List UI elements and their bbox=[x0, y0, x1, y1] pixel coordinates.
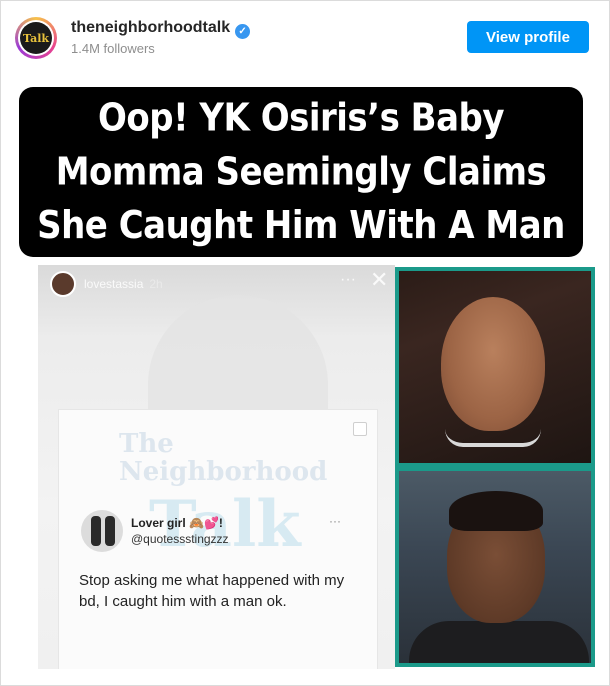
follower-count: 1.4M followers bbox=[71, 41, 155, 56]
instagram-embed: Talk theneighborhoodtalk ✓ 1.4M followers… bbox=[0, 0, 610, 686]
close-icon: ✕ bbox=[370, 267, 389, 292]
more-dots-icon: ··· bbox=[340, 271, 356, 288]
headline-banner: Oop! YK Osiris’s Baby Momma Seemingly Cl… bbox=[19, 87, 583, 257]
headline-text: Oop! YK Osiris’s Baby Momma Seemingly Cl… bbox=[37, 95, 565, 249]
story-time: 2h bbox=[149, 277, 163, 291]
tweet-display-name: Lover girl 🙈💕! bbox=[131, 516, 223, 530]
watermark-line-2: Neighborhood bbox=[119, 457, 328, 487]
username[interactable]: theneighborhoodtalk ✓ bbox=[71, 19, 251, 39]
tweet-text: Stop asking me what happened with my bd,… bbox=[79, 572, 345, 610]
tweet-card: The Neighborhood Talk Lover girl 🙈💕! @qu… bbox=[58, 409, 378, 669]
photo-man-image bbox=[399, 471, 591, 663]
embed-header: Talk theneighborhoodtalk ✓ 1.4M followers… bbox=[15, 15, 595, 61]
view-profile-button[interactable]: View profile bbox=[467, 21, 589, 53]
tweet-handle: @quotessstingzzz bbox=[131, 532, 229, 546]
checkbox-icon bbox=[353, 422, 367, 436]
verified-badge-icon: ✓ bbox=[235, 24, 251, 39]
tweet-more-icon: ··· bbox=[329, 514, 341, 528]
story-screenshot: lovestassia 2h ··· ✕ The Neighborhood Ta… bbox=[38, 265, 395, 669]
story-avatar bbox=[50, 271, 76, 297]
story-username: lovestassia bbox=[84, 277, 144, 291]
avatar-logo-text: Talk bbox=[20, 22, 52, 54]
photo-woman bbox=[395, 267, 595, 467]
story-user-row: lovestassia 2h bbox=[50, 271, 163, 297]
watermark-line-1: The bbox=[119, 429, 174, 459]
photo-woman-image bbox=[399, 271, 591, 463]
profile-avatar[interactable]: Talk bbox=[15, 17, 57, 59]
username-text[interactable]: theneighborhoodtalk bbox=[71, 19, 230, 36]
tweet-avatar bbox=[81, 510, 123, 552]
photo-man bbox=[395, 467, 595, 667]
